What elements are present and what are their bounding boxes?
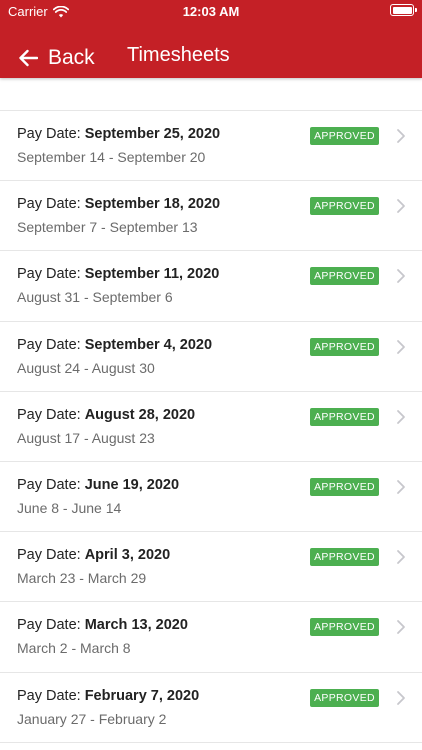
chevron-right-icon: [397, 409, 405, 424]
timesheet-row[interactable]: Pay Date: August 28, 2020 August 17 - Aug…: [0, 392, 422, 462]
pay-date-prefix: Pay Date:: [17, 336, 85, 353]
pay-period-range: August 31 - September 6: [17, 289, 173, 306]
pay-date-prefix: Pay Date:: [17, 617, 85, 634]
chevron-right-icon: [397, 480, 405, 494]
status-badge: APPROVED: [310, 197, 379, 216]
chevron-right-icon: [397, 620, 405, 635]
pay-date: June 19, 2020: [84, 476, 180, 493]
pay-date-prefix: Pay Date:: [17, 126, 85, 142]
timesheet-row[interactable]: Pay Date: February 7, 2020 January 27 - F…: [0, 673, 422, 743]
pay-date: September 25, 2020: [84, 126, 221, 142]
pay-date-line: Pay Date: August 28, 2020: [17, 407, 195, 423]
pay-date: September 18, 2020: [84, 196, 221, 213]
chevron-right-icon: [397, 690, 405, 705]
status-badge: APPROVED: [310, 618, 379, 637]
pay-date: August 28, 2020: [84, 406, 196, 423]
nav-bar: Back Timesheets: [0, 38, 422, 78]
pay-period-range: August 24 - August 30: [17, 359, 155, 376]
status-bar: Carrier 12:03 AM: [0, 0, 422, 24]
chevron-right-icon: [397, 550, 405, 565]
status-badge: APPROVED: [310, 267, 379, 286]
pay-date-line: Pay Date: March 13, 2020: [17, 617, 188, 633]
pay-date-prefix: Pay Date:: [17, 266, 85, 283]
pay-date-line: Pay Date: June 19, 2020: [17, 477, 179, 493]
pay-period-range: June 8 - June 14: [17, 499, 122, 516]
status-badge: APPROVED: [310, 407, 379, 426]
timesheet-row[interactable]: Pay Date: September 4, 2020 August 24 - A…: [0, 322, 422, 392]
chevron-right-icon: [397, 339, 405, 354]
app-header: Carrier 12:03 AM Back Timesheets: [0, 0, 422, 78]
pay-date-prefix: Pay Date:: [17, 196, 85, 213]
status-badge: APPROVED: [310, 477, 379, 496]
timesheet-row[interactable]: Pay Date: June 19, 2020 June 8 - June 14 A…: [0, 462, 422, 533]
timesheet-row[interactable]: Pay Date: September 18, 2020 September 7 …: [0, 181, 422, 252]
status-badge: APPROVED: [310, 337, 379, 356]
pay-date-prefix: Pay Date:: [17, 406, 85, 423]
pay-date-line: Pay Date: September 4, 2020: [17, 337, 212, 353]
chevron-right-icon: [397, 199, 405, 214]
status-badge: APPROVED: [310, 548, 379, 567]
arrow-left-icon: [19, 49, 38, 67]
pay-date-line: Pay Date: February 7, 2020: [17, 688, 199, 704]
pay-period-range: August 17 - August 23: [17, 429, 155, 446]
pay-period-range: January 27 - February 2: [17, 710, 167, 727]
timesheet-row[interactable]: Pay Date: September 25, 2020 September 14…: [0, 111, 422, 182]
pay-date-line: Pay Date: September 11, 2020: [17, 266, 219, 282]
chevron-right-icon: [397, 269, 405, 284]
status-badge: APPROVED: [310, 688, 379, 707]
pay-period-range: March 2 - March 8: [17, 640, 131, 657]
pay-date: March 13, 2020: [84, 617, 188, 634]
timesheet-row[interactable]: Pay Date: April 3, 2020 March 23 - March …: [0, 532, 422, 603]
pay-date: September 11, 2020: [84, 266, 220, 283]
pay-date-prefix: Pay Date:: [17, 547, 85, 564]
back-button[interactable]: Back: [18, 42, 95, 74]
timesheet-row[interactable]: Pay Date: September 11, 2020 August 31 - …: [0, 251, 422, 322]
pay-date: April 3, 2020: [84, 547, 171, 564]
pay-date: February 7, 2020: [84, 687, 200, 704]
chevron-right-icon: [397, 129, 405, 143]
timesheets-screen: Carrier 12:03 AM Back Timesheets Pay Dat…: [0, 0, 422, 750]
pay-date-line: Pay Date: September 25, 2020: [17, 126, 220, 142]
pay-period-range: September 14 - September 20: [17, 149, 206, 165]
pay-date-prefix: Pay Date:: [17, 476, 85, 493]
pay-date-line: Pay Date: April 3, 2020: [17, 547, 170, 563]
timesheet-list: Pay Date: September 25, 2020 September 14…: [0, 110, 422, 743]
pay-date-line: Pay Date: September 18, 2020: [17, 196, 220, 212]
status-badge: APPROVED: [310, 127, 379, 145]
pay-period-range: March 23 - March 29: [17, 570, 147, 587]
status-time: 12:03 AM: [182, 4, 240, 19]
pay-period-range: September 7 - September 13: [17, 219, 198, 236]
pay-date-prefix: Pay Date:: [17, 687, 85, 704]
timesheet-row[interactable]: Pay Date: March 13, 2020 March 2 - March …: [0, 602, 422, 673]
page-title: Timesheets: [127, 44, 230, 66]
pay-date: September 4, 2020: [84, 336, 213, 353]
battery-icon: [390, 4, 417, 16]
back-label: Back: [48, 46, 95, 69]
